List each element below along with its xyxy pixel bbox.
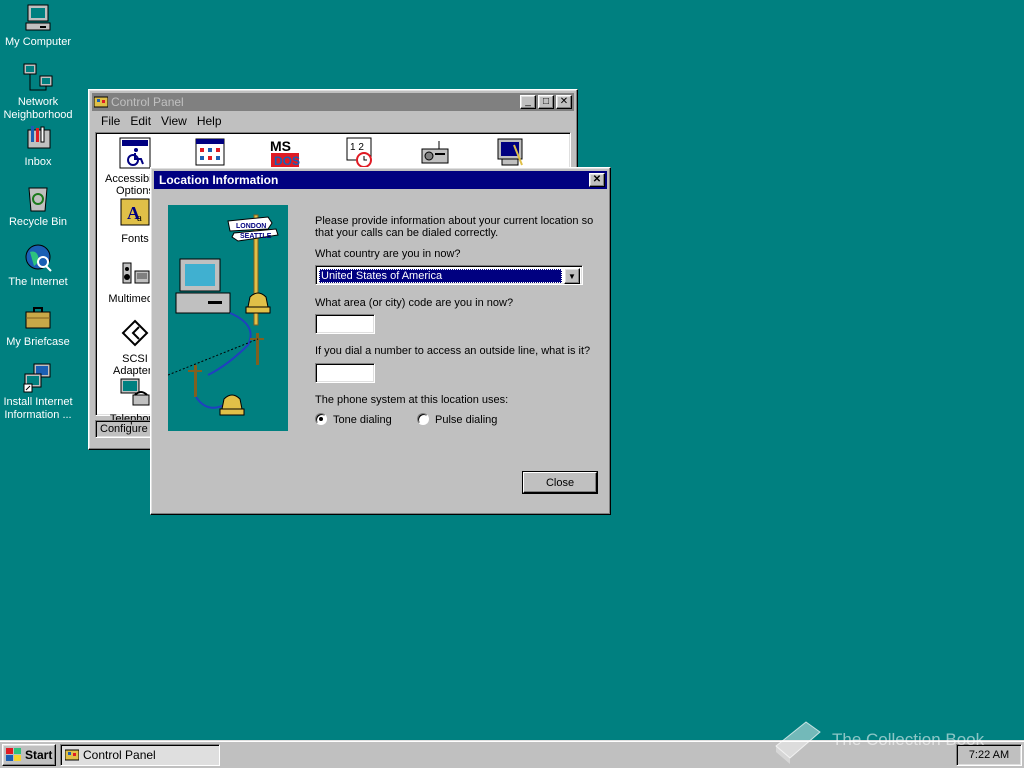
menu-edit[interactable]: Edit <box>125 114 156 128</box>
windows-logo-icon <box>6 748 21 761</box>
area-code-input[interactable] <box>315 314 375 334</box>
desktop-icon-label: Network Neighborhood <box>3 96 73 121</box>
dialog-close-button[interactable]: ✕ <box>589 173 605 187</box>
msdos-icon: MSDOS <box>270 138 300 168</box>
tone-dialing-label[interactable]: Tone dialing <box>333 414 392 426</box>
close-button[interactable]: ✕ <box>556 95 572 109</box>
taskbar-button-label: Control Panel <box>83 748 156 762</box>
desktop-icon-the-internet[interactable]: The Internet <box>0 242 76 289</box>
menu-help[interactable]: Help <box>192 114 227 128</box>
control-panel-icon <box>65 749 79 761</box>
sign-seattle: SEATTLE <box>240 233 272 240</box>
close-dialog-button[interactable]: Close <box>523 472 597 493</box>
location-illustration: LONDON SEATTLE <box>167 205 288 431</box>
accessibility-icon <box>119 137 151 169</box>
window-title: Control Panel <box>111 95 184 109</box>
outside-line-label: If you dial a number to access an outsid… <box>315 345 591 357</box>
location-information-dialog: Location Information ✕ LONDON SEATTLE Pl… <box>150 167 611 515</box>
desktop-icon-recycle-bin[interactable]: Recycle Bin <box>0 182 76 229</box>
inbox-icon <box>27 126 51 149</box>
desktop-icon-inbox[interactable]: Inbox <box>0 122 76 169</box>
desktop-icon-label: My Computer <box>4 36 72 48</box>
network-icon <box>23 63 53 91</box>
desktop-icon-label: Inbox <box>24 156 52 168</box>
computer-icon <box>25 4 51 31</box>
telephony-icon <box>120 378 150 406</box>
desktop-icon-label: My Briefcase <box>6 336 70 348</box>
cp-item-label: Fonts <box>121 233 149 245</box>
country-label: What country are you in now? <box>315 248 461 260</box>
maximize-button[interactable]: □ <box>538 95 554 109</box>
svg-text:MS: MS <box>270 138 291 154</box>
desktop-icon-label: Install Internet Information ... <box>3 396 73 421</box>
date-time-icon: 1 2 <box>346 137 372 168</box>
svg-text:1 2: 1 2 <box>350 142 364 153</box>
taskbar-button-control-panel[interactable]: Control Panel <box>60 744 220 766</box>
svg-text:DOS: DOS <box>274 154 300 168</box>
start-button[interactable]: Start <box>2 744 56 766</box>
dialog-titlebar[interactable]: Location Information ✕ <box>154 171 607 189</box>
minimize-button[interactable]: _ <box>520 95 536 109</box>
menu-view[interactable]: View <box>156 114 192 128</box>
install-icon <box>23 363 51 393</box>
country-select[interactable]: United States of America ▼ <box>315 265 583 285</box>
add-remove-programs-icon <box>195 138 225 166</box>
scsi-icon <box>121 319 149 347</box>
desktop-icon-label: Recycle Bin <box>8 216 68 228</box>
multimedia-icon <box>122 262 150 284</box>
control-panel-icon <box>94 96 108 108</box>
recycle-bin-icon <box>28 187 48 212</box>
watermark-text: The Collection Book <box>832 730 985 749</box>
display-icon <box>497 138 523 166</box>
phone-system-label: The phone system at this location uses: <box>315 394 509 406</box>
area-code-label: What area (or city) code are you in now? <box>315 297 514 309</box>
desktop-icon-install-internet-information[interactable]: Install Internet Information ... <box>0 362 76 422</box>
watermark: The Collection Book <box>772 718 984 764</box>
desktop-icon-my-briefcase[interactable]: My Briefcase <box>0 302 76 349</box>
pulse-dialing-radio[interactable] <box>417 413 429 425</box>
svg-text:a: a <box>137 212 142 224</box>
book-icon <box>775 721 821 764</box>
desktop-icon-my-computer[interactable]: My Computer <box>0 2 76 49</box>
dialog-body: LONDON SEATTLE Please provide informatio… <box>154 189 607 509</box>
control-panel-titlebar[interactable]: Control Panel _ □ ✕ <box>92 93 574 111</box>
sign-london: LONDON <box>236 223 266 230</box>
intro-text-line1: Please provide information about your cu… <box>315 215 594 227</box>
pulse-dialing-label[interactable]: Pulse dialing <box>435 414 497 426</box>
outside-line-input[interactable] <box>315 363 375 383</box>
briefcase-icon <box>25 307 51 329</box>
intro-text-line2: that your calls can be dialed correctly. <box>315 227 499 239</box>
desktop-icon-network-neighborhood[interactable]: Network Neighborhood <box>0 62 76 122</box>
internet-globe-icon <box>25 244 52 272</box>
menu-bar: File Edit View Help <box>92 111 574 131</box>
chevron-down-icon[interactable]: ▼ <box>564 268 580 284</box>
menu-file[interactable]: File <box>96 114 125 128</box>
device-icon <box>421 141 449 164</box>
start-label: Start <box>25 748 53 762</box>
dialog-title: Location Information <box>159 173 279 187</box>
fonts-icon: Aa <box>120 198 150 226</box>
country-select-value: United States of America <box>319 269 562 283</box>
tone-dialing-radio[interactable] <box>315 413 327 425</box>
desktop-icon-label: The Internet <box>8 276 68 288</box>
